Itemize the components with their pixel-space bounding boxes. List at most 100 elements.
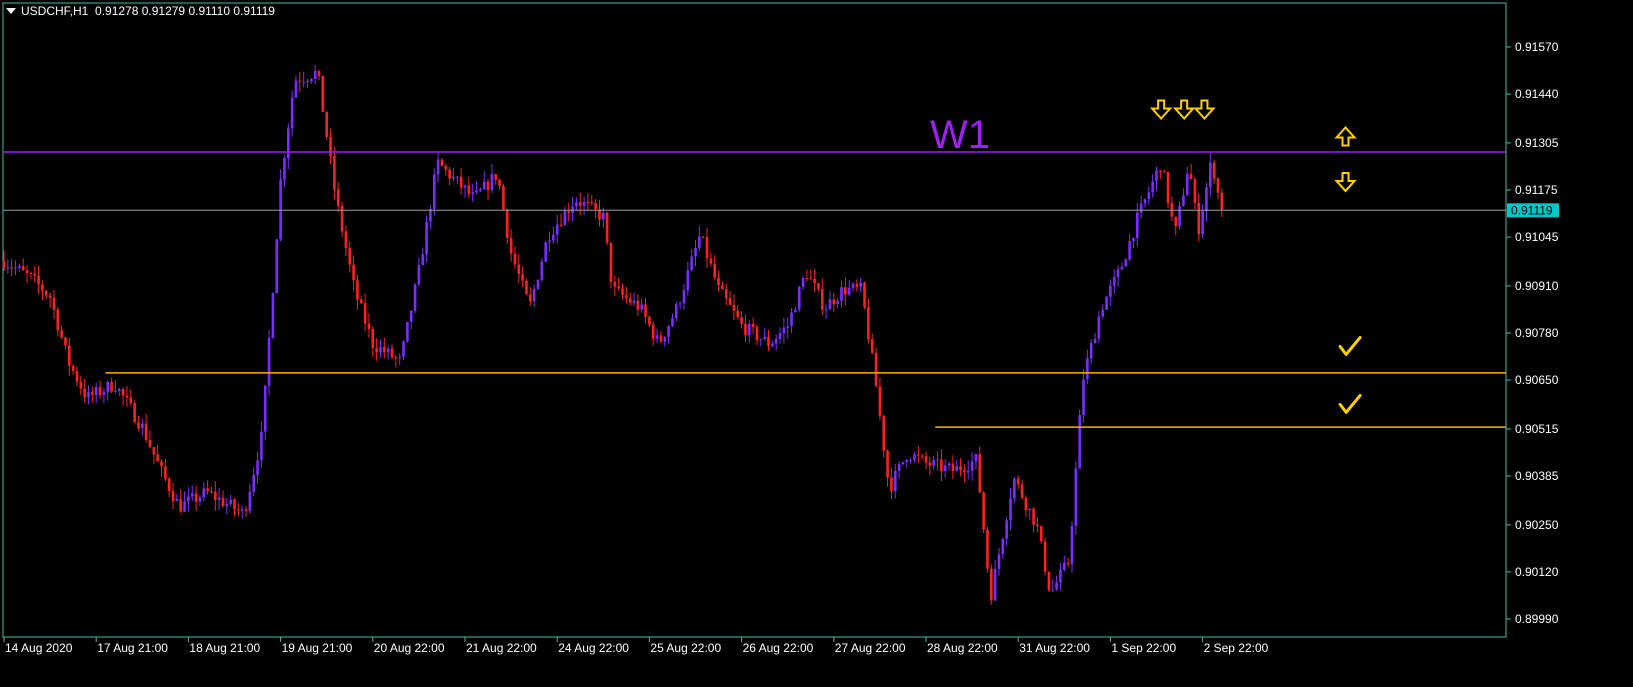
candle-body (797, 286, 801, 310)
candle-body (763, 336, 766, 340)
candle-body (187, 496, 190, 502)
candle-body (310, 79, 313, 81)
candle-body (713, 263, 717, 278)
candle-body (728, 298, 732, 305)
x-tick-label: 19 Aug 21:00 (282, 641, 353, 655)
candle-body (432, 174, 436, 209)
candle-body (68, 345, 71, 366)
candle-body (509, 237, 513, 254)
candle-body (137, 422, 140, 429)
candle-body (375, 348, 378, 353)
plot-frame (2, 2, 1507, 638)
candle-body (663, 336, 667, 342)
candle-body (886, 450, 889, 478)
candle-body (682, 290, 686, 304)
x-tick-label: 26 Aug 22:00 (743, 641, 814, 655)
arrow-down-icon (1334, 171, 1357, 193)
candle-body (847, 287, 851, 295)
candle-body (1193, 179, 1197, 203)
candle-body (628, 298, 632, 303)
candle-body (217, 497, 221, 500)
candle-body (1070, 525, 1074, 565)
candle-body (890, 477, 893, 492)
candle-body (283, 158, 286, 180)
chevron-down-icon[interactable] (6, 7, 16, 14)
x-tick-label: 14 Aug 2020 (5, 641, 73, 655)
price-axis: 0.91570 0.91440 0.91305 0.91175 0.91045 0.909… (1506, 40, 1559, 626)
ohlc-values: 0.91278 0.91279 0.91110 0.91119 (95, 4, 275, 18)
candle-body (974, 454, 978, 462)
candle-body (206, 488, 209, 491)
candle-body (160, 461, 163, 467)
candle-body (1074, 468, 1078, 526)
candle-body (479, 189, 482, 191)
candle-body (1097, 316, 1101, 339)
candle-body (448, 169, 451, 179)
arrow-down-icon (1149, 99, 1173, 121)
candle-body (909, 459, 912, 461)
candle-body (302, 81, 305, 83)
candle-body (832, 299, 836, 305)
y-tick-label: 0.90385 (1515, 469, 1559, 483)
candle-body (459, 176, 463, 188)
candle-body (686, 270, 690, 291)
candle-body (605, 212, 609, 243)
candle-body (98, 386, 102, 395)
candle-body (363, 303, 367, 324)
candle-body (386, 348, 390, 353)
candle-body (805, 278, 809, 280)
candle-body (820, 289, 824, 310)
candle-body (1039, 526, 1043, 542)
candle-body (817, 283, 820, 290)
candle-body (114, 391, 117, 393)
candle-body (540, 261, 544, 280)
candle-body (1112, 276, 1116, 286)
y-tick-label: 0.90910 (1515, 279, 1559, 293)
candle-body (79, 381, 83, 389)
candle-body (771, 343, 774, 347)
candle-body (698, 236, 701, 248)
candle-body (225, 504, 229, 507)
candle-body (352, 264, 355, 281)
candle-body (936, 459, 939, 461)
candle-body (578, 202, 582, 206)
candle-body (705, 237, 709, 259)
candle-body (425, 221, 428, 255)
candle-body (183, 501, 186, 512)
x-tick-label: 2 Sep 22:00 (1204, 641, 1269, 655)
candle-body (809, 278, 813, 280)
candle-body (198, 497, 202, 502)
candle-body (37, 275, 40, 285)
candle-body (932, 460, 935, 466)
candle-body (505, 209, 509, 238)
candle-body (1178, 205, 1181, 227)
candle-body (359, 299, 363, 304)
candle-body (213, 491, 217, 500)
candle-body (252, 474, 256, 492)
candle-body (190, 493, 194, 497)
x-tick-label: 20 Aug 22:00 (374, 641, 445, 655)
candle-body (444, 165, 448, 170)
candle-body (774, 338, 778, 344)
candle-body (767, 336, 770, 347)
candle-body (367, 323, 371, 330)
candle-body (755, 326, 759, 341)
candle-body (233, 499, 236, 510)
candle-body (133, 403, 136, 423)
candle-body (1036, 524, 1039, 527)
candle-body (286, 128, 290, 159)
candle-body (867, 307, 870, 340)
x-tick-label: 31 Aug 22:00 (1019, 641, 1090, 655)
candle-body (986, 529, 989, 569)
candle-body (260, 431, 263, 461)
y-tick-label: 0.90250 (1515, 518, 1559, 532)
candle-body (1189, 173, 1193, 180)
candle-body (1139, 203, 1143, 213)
y-tick-label: 0.91305 (1515, 136, 1559, 150)
x-tick-label: 1 Sep 22:00 (1111, 641, 1176, 655)
check-icon (1338, 393, 1362, 414)
candle-body (840, 287, 843, 301)
candle-body (25, 270, 29, 274)
candle-body (621, 288, 624, 296)
candle-body (782, 327, 786, 334)
